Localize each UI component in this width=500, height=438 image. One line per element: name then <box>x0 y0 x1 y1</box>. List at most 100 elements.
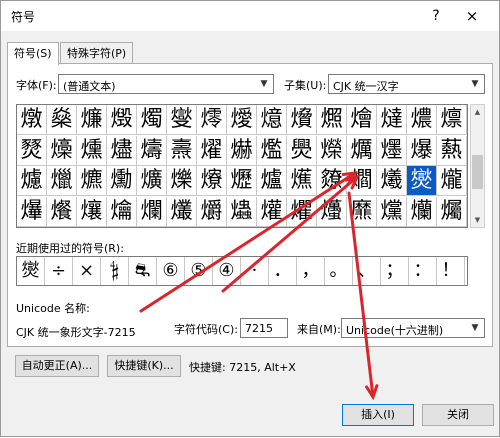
tab-special-characters[interactable]: 特殊字符(P) <box>60 42 134 64</box>
symbol-cell[interactable]: 爏 <box>227 166 257 196</box>
symbol-grid[interactable]: 燉燊燫燬燭燮燯燰燱燲燳燴燵燶燷燹燺燻燼燽燾燿爀爁爂爃爄爅爆爇爈爉爊爋爌爍爎爏爐爑… <box>16 104 468 228</box>
recent-symbol[interactable]: 爕 <box>17 257 45 285</box>
symbol-cell[interactable]: 爗 <box>17 196 47 227</box>
symbol-cell[interactable]: 爖 <box>437 166 467 196</box>
symbol-cell[interactable]: 爇 <box>437 135 467 166</box>
font-label: 字体(F): <box>16 79 57 92</box>
symbol-cell[interactable]: 爚 <box>107 196 137 227</box>
recent-symbol[interactable]: ， <box>297 257 325 285</box>
symbol-cell[interactable]: 燽 <box>137 135 167 166</box>
symbol-cell[interactable]: 燿 <box>197 135 227 166</box>
symbol-cell[interactable]: 燬 <box>107 105 137 135</box>
symbol-cell[interactable]: 爅 <box>377 135 407 166</box>
symbol-cell[interactable]: 燳 <box>317 105 347 135</box>
symbol-cell[interactable]: 爁 <box>257 135 287 166</box>
scroll-up-icon[interactable]: ▲ <box>471 105 484 119</box>
symbol-cell[interactable]: 燺 <box>47 135 77 166</box>
grid-scrollbar[interactable]: ▲ ▼ <box>470 104 485 228</box>
symbol-cell[interactable]: 爂 <box>287 135 317 166</box>
symbol-cell[interactable]: 爎 <box>197 166 227 196</box>
symbol-cell[interactable]: 爈 <box>17 166 47 196</box>
insert-button[interactable]: 插入(I) <box>342 404 414 426</box>
font-select[interactable]: (普通文本) ▼ <box>58 74 274 94</box>
symbol-cell[interactable]: 爡 <box>317 196 347 227</box>
symbol-cell[interactable]: 爠 <box>287 196 317 227</box>
symbol-cell[interactable]: 爐 <box>257 166 287 196</box>
font-value: (普通文本) <box>63 80 116 93</box>
close-button[interactable]: 关闭 <box>422 404 494 426</box>
recent-symbol[interactable]: · <box>241 257 269 285</box>
symbol-cell[interactable]: 爟 <box>257 196 287 227</box>
symbol-cell[interactable]: 爉 <box>47 166 77 196</box>
recent-symbol[interactable]: ④ <box>213 257 241 285</box>
help-button[interactable]: ? <box>425 5 447 27</box>
symbol-cell[interactable]: 爙 <box>77 196 107 227</box>
recent-symbol[interactable]: × <box>73 257 101 285</box>
char-code-input[interactable]: 7215 <box>240 318 288 338</box>
symbol-cell[interactable]: 爒 <box>317 166 347 196</box>
symbol-cell[interactable]: 爘 <box>47 196 77 227</box>
unicode-name-value: CJK 统一象形文字-7215 <box>16 326 136 339</box>
symbol-cell[interactable]: 爜 <box>167 196 197 227</box>
scroll-thumb[interactable] <box>472 155 483 189</box>
symbol-cell[interactable]: 燮 <box>167 105 197 135</box>
symbol-cell[interactable]: 爌 <box>137 166 167 196</box>
symbol-cell[interactable]: 爤 <box>407 196 437 227</box>
symbol-cell[interactable]: 燵 <box>377 105 407 135</box>
symbol-cell[interactable]: 爥 <box>437 196 467 227</box>
symbol-cell[interactable]: 燊 <box>47 105 77 135</box>
recent-symbol[interactable]: ÷ <box>45 257 73 285</box>
symbol-cell[interactable]: 燶 <box>407 105 437 135</box>
recent-symbol[interactable]: ！ <box>437 257 465 285</box>
symbol-cell[interactable]: 燰 <box>227 105 257 135</box>
close-window-button[interactable]: × <box>461 5 483 27</box>
symbol-cell[interactable]: 爋 <box>107 166 137 196</box>
symbol-cell[interactable]: 燭 <box>137 105 167 135</box>
symbol-cell[interactable]: 燾 <box>167 135 197 166</box>
symbol-cell[interactable]: 爝 <box>197 196 227 227</box>
symbol-cell[interactable]: 燷 <box>437 105 467 135</box>
symbol-cell[interactable]: 爞 <box>227 196 257 227</box>
recent-symbol[interactable]: ： <box>409 257 437 285</box>
symbol-cell[interactable]: 燉 <box>17 105 47 135</box>
symbol-cell[interactable]: 燹 <box>17 135 47 166</box>
symbol-cell[interactable]: 燴 <box>347 105 377 135</box>
symbol-cell[interactable]: 燼 <box>107 135 137 166</box>
scroll-down-icon[interactable]: ▼ <box>471 213 484 227</box>
symbol-cell[interactable]: 爣 <box>377 196 407 227</box>
symbol-cell[interactable]: 爀 <box>227 135 257 166</box>
symbol-cell[interactable]: 燲 <box>287 105 317 135</box>
symbol-cell[interactable]: 爓 <box>347 166 377 196</box>
symbol-cell[interactable]: 爔 <box>377 166 407 196</box>
recent-symbol[interactable]: ． <box>269 257 297 285</box>
symbol-cell-selected[interactable]: 爕 <box>407 166 437 196</box>
symbol-cell[interactable]: 爄 <box>347 135 377 166</box>
recent-symbol[interactable]: 。 <box>325 257 353 285</box>
recent-symbols-list[interactable]: 爕 ÷ × 𝄲 ⛐ ⑥ ⑤ ④ · ．，。、；：！ <box>16 256 468 286</box>
symbol-cell[interactable]: 爃 <box>317 135 347 166</box>
symbol-cell[interactable]: 爑 <box>287 166 317 196</box>
symbol-cell[interactable]: 爍 <box>167 166 197 196</box>
symbol-cell[interactable]: 爢 <box>347 196 377 227</box>
recent-symbol[interactable]: ⑥ <box>157 257 185 285</box>
recent-symbol[interactable]: 、 <box>353 257 381 285</box>
from-select[interactable]: Unicode(十六进制) ▼ <box>341 318 485 338</box>
recent-symbol[interactable]: ⑤ <box>185 257 213 285</box>
symbol-cell[interactable]: 燻 <box>77 135 107 166</box>
subset-label: 子集(U): <box>284 79 327 92</box>
symbols-panel: 字体(F): (普通文本) ▼ 子集(U): CJK 统一汉字 ▼ 燉燊燫燬燭燮… <box>7 63 493 347</box>
from-label: 来自(M): <box>297 323 341 336</box>
subset-select[interactable]: CJK 统一汉字 ▼ <box>328 74 485 94</box>
recent-symbol[interactable]: ； <box>381 257 409 285</box>
shortcut-key-button[interactable]: 快捷键(K)... <box>107 355 181 377</box>
recent-symbol[interactable]: ⛐ <box>129 257 157 285</box>
autocorrect-button[interactable]: 自动更正(A)... <box>15 355 99 377</box>
symbol-cell[interactable]: 燯 <box>197 105 227 135</box>
tab-symbols[interactable]: 符号(S) <box>7 42 59 65</box>
symbol-cell[interactable]: 燫 <box>77 105 107 135</box>
symbol-cell[interactable]: 爛 <box>137 196 167 227</box>
symbol-cell[interactable]: 爊 <box>77 166 107 196</box>
recent-symbol[interactable]: 𝄲 <box>101 257 129 285</box>
symbol-cell[interactable]: 燱 <box>257 105 287 135</box>
symbol-cell[interactable]: 爆 <box>407 135 437 166</box>
